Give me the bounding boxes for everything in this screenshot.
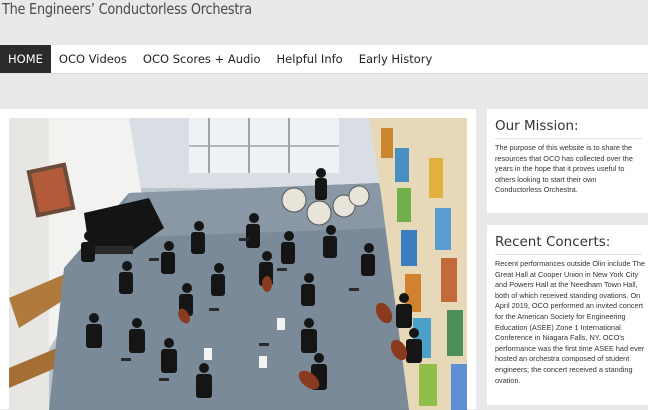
nav-item-helpful-info[interactable]: Helpful Info [269, 45, 351, 73]
main-navigation: HOME OCO Videos OCO Scores + Audio Helpf… [0, 45, 648, 74]
mission-title: Our Mission: [495, 118, 579, 134]
nav-item-oco-scores-audio[interactable]: OCO Scores + Audio [135, 45, 269, 73]
orchestra-photo [9, 118, 467, 410]
nav-item-home[interactable]: HOME [0, 45, 51, 73]
recent-concerts-card: Recent Concerts: Recent performances out… [487, 225, 648, 405]
recent-concerts-divider [495, 254, 642, 255]
recent-concerts-title: Recent Concerts: [495, 234, 611, 250]
recent-concerts-text: Recent performances outside Olin include… [495, 259, 645, 385]
mission-card: Our Mission: The purpose of this website… [487, 109, 648, 213]
featured-content-card [0, 109, 476, 410]
site-title[interactable]: The Engineers’ Conductorless Orchestra [2, 0, 252, 18]
mission-text: The purpose of this website is to share … [495, 143, 633, 195]
nav-item-early-history[interactable]: Early History [351, 45, 441, 73]
mission-divider [495, 138, 642, 139]
nav-item-oco-videos[interactable]: OCO Videos [51, 45, 135, 73]
